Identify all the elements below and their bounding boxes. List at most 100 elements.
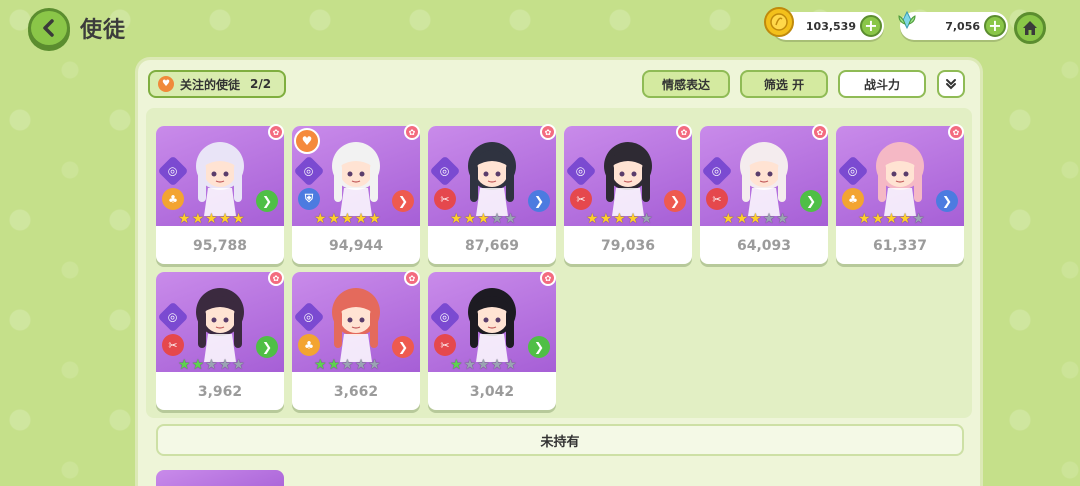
apostle-card[interactable]: ◎ ✂ ❯ ★ ★ ★ ★ ★ 3,962 bbox=[156, 272, 284, 410]
apostle-card[interactable]: ◎ ✂ ❯ ★ ★ ★ ★ ★ 3,042 bbox=[428, 272, 556, 410]
element-spiral-icon: ◎ bbox=[701, 155, 733, 187]
star-icon: ★ bbox=[232, 357, 245, 373]
star-icon: ★ bbox=[504, 211, 517, 227]
combat-power: 3,662 bbox=[333, 384, 379, 400]
combat-power: 3,962 bbox=[197, 384, 243, 400]
apostle-portrait: ◎ ⛨ ❯ ♥ ★ ★ ★ ★ ★ bbox=[292, 126, 420, 226]
home-icon bbox=[1023, 21, 1037, 35]
home-button[interactable] bbox=[1014, 12, 1046, 44]
star-icon: ★ bbox=[504, 357, 517, 373]
add-coin-button[interactable]: + bbox=[860, 15, 882, 37]
apostle-card[interactable]: ◎ ♣ ❯ ★ ★ ★ ★ ★ 3,662 bbox=[292, 272, 420, 410]
star-rating: ★ ★ ★ ★ ★ bbox=[586, 212, 653, 226]
star-icon: ★ bbox=[613, 211, 626, 227]
back-button[interactable] bbox=[28, 8, 70, 48]
star-icon: ★ bbox=[232, 211, 245, 227]
collapse-button[interactable] bbox=[937, 70, 965, 98]
crystal-icon bbox=[892, 7, 922, 37]
star-rating: ★ ★ ★ ★ ★ bbox=[450, 358, 517, 372]
star-icon: ★ bbox=[354, 357, 368, 373]
apostle-card[interactable]: ◎ ✂ ❯ ★ ★ ★ ★ ★ 87,669 bbox=[428, 126, 556, 264]
flower-icon: ✿ bbox=[540, 270, 556, 286]
star-icon: ★ bbox=[735, 211, 749, 227]
chibi-character-icon bbox=[876, 142, 924, 216]
apostle-card[interactable]: ◎ ⛨ ❯ ♥ ★ ★ ★ ★ ★ 94,944 bbox=[292, 126, 420, 264]
star-icon: ★ bbox=[463, 211, 477, 227]
chibi-character-icon bbox=[332, 142, 380, 216]
double-chevron-down-icon bbox=[946, 79, 956, 90]
role-icon: ✂ bbox=[434, 188, 456, 210]
star-icon: ★ bbox=[885, 211, 898, 227]
star-icon: ★ bbox=[871, 211, 885, 227]
element-spiral-icon: ◎ bbox=[837, 155, 869, 187]
apostle-portrait: ◎ ✂ ❯ ★ ★ ★ ★ ★ bbox=[564, 126, 692, 226]
apostle-card[interactable]: ◎ ✂ ❯ ★ ★ ★ ★ ★ 79,036 bbox=[564, 126, 692, 264]
unowned-section-header[interactable]: 未持有 bbox=[156, 424, 964, 456]
flower-icon: ✿ bbox=[540, 124, 556, 140]
favorite-heart-icon[interactable]: ♥ bbox=[294, 128, 320, 154]
combat-power: 87,669 bbox=[464, 238, 520, 254]
star-icon: ★ bbox=[776, 211, 789, 227]
star-icon: ★ bbox=[749, 211, 762, 227]
filter-button[interactable]: 筛选 开 bbox=[740, 70, 828, 98]
flower-icon: ✿ bbox=[268, 124, 284, 140]
element-spiral-icon: ◎ bbox=[157, 301, 189, 333]
star-icon: ★ bbox=[640, 211, 653, 227]
coin-counter: 103,539 + bbox=[764, 7, 884, 40]
star-icon: ★ bbox=[762, 211, 776, 227]
element-spiral-icon: ◎ bbox=[293, 155, 325, 187]
star-icon: ★ bbox=[368, 211, 381, 227]
element-spiral-icon: ◎ bbox=[293, 301, 325, 333]
combat-power: 61,337 bbox=[872, 238, 928, 254]
star-icon: ★ bbox=[205, 211, 218, 227]
emote-button[interactable]: 情感表达 bbox=[642, 70, 730, 98]
apostle-card[interactable]: ◎ ✂ ❯ ★ ★ ★ ★ ★ 64,093 bbox=[700, 126, 828, 264]
star-icon: ★ bbox=[912, 211, 925, 227]
followed-apostles-tab[interactable]: ♥ 关注的使徒 2/2 bbox=[148, 70, 286, 98]
star-icon: ★ bbox=[341, 211, 354, 227]
star-icon: ★ bbox=[898, 211, 912, 227]
role-icon: ✂ bbox=[706, 188, 728, 210]
star-icon: ★ bbox=[450, 211, 463, 227]
chibi-character-icon bbox=[604, 142, 652, 216]
star-icon: ★ bbox=[722, 211, 735, 227]
star-icon: ★ bbox=[368, 357, 381, 373]
combat-power: 3,042 bbox=[469, 384, 515, 400]
position-arrow-icon: ❯ bbox=[936, 190, 958, 212]
chibi-character-icon bbox=[468, 142, 516, 216]
apostle-card[interactable]: ◎ ♣ ❯ ★ ★ ★ ★ ★ 61,337 bbox=[836, 126, 964, 264]
chibi-character-icon bbox=[468, 288, 516, 362]
role-icon: ✂ bbox=[162, 334, 184, 356]
apostle-portrait: ◎ ♣ ❯ ★ ★ ★ ★ ★ bbox=[836, 126, 964, 226]
unowned-card-peek[interactable] bbox=[156, 470, 284, 486]
star-rating: ★ ★ ★ ★ ★ bbox=[178, 212, 245, 226]
position-arrow-icon: ❯ bbox=[528, 190, 550, 212]
apostle-card[interactable]: ◎ ♣ ❯ ★ ★ ★ ★ ★ 95,788 bbox=[156, 126, 284, 264]
star-icon: ★ bbox=[477, 211, 490, 227]
star-icon: ★ bbox=[191, 211, 205, 227]
element-spiral-icon: ◎ bbox=[429, 155, 461, 187]
star-icon: ★ bbox=[341, 357, 354, 373]
flower-icon: ✿ bbox=[948, 124, 964, 140]
star-icon: ★ bbox=[178, 357, 191, 373]
apostle-portrait: ◎ ✂ ❯ ★ ★ ★ ★ ★ bbox=[700, 126, 828, 226]
chibi-character-icon bbox=[196, 142, 244, 216]
star-icon: ★ bbox=[450, 357, 463, 373]
star-icon: ★ bbox=[327, 357, 341, 373]
element-spiral-icon: ◎ bbox=[157, 155, 189, 187]
role-icon: ♣ bbox=[842, 188, 864, 210]
chibi-character-icon bbox=[196, 288, 244, 362]
sort-power-button[interactable]: 战斗力 bbox=[838, 70, 926, 98]
gem-counter: 7,056 + bbox=[898, 10, 1008, 40]
star-rating: ★ ★ ★ ★ ★ bbox=[314, 212, 381, 226]
follow-count: 2/2 bbox=[250, 77, 272, 91]
star-icon: ★ bbox=[858, 211, 871, 227]
star-icon: ★ bbox=[599, 211, 613, 227]
star-rating: ★ ★ ★ ★ ★ bbox=[450, 212, 517, 226]
add-gem-button[interactable]: + bbox=[984, 15, 1006, 37]
page-title: 使徒 bbox=[80, 18, 127, 43]
flower-icon: ✿ bbox=[404, 124, 420, 140]
element-spiral-icon: ◎ bbox=[429, 301, 461, 333]
role-icon: ⛨ bbox=[298, 188, 320, 210]
star-rating: ★ ★ ★ ★ ★ bbox=[858, 212, 925, 226]
